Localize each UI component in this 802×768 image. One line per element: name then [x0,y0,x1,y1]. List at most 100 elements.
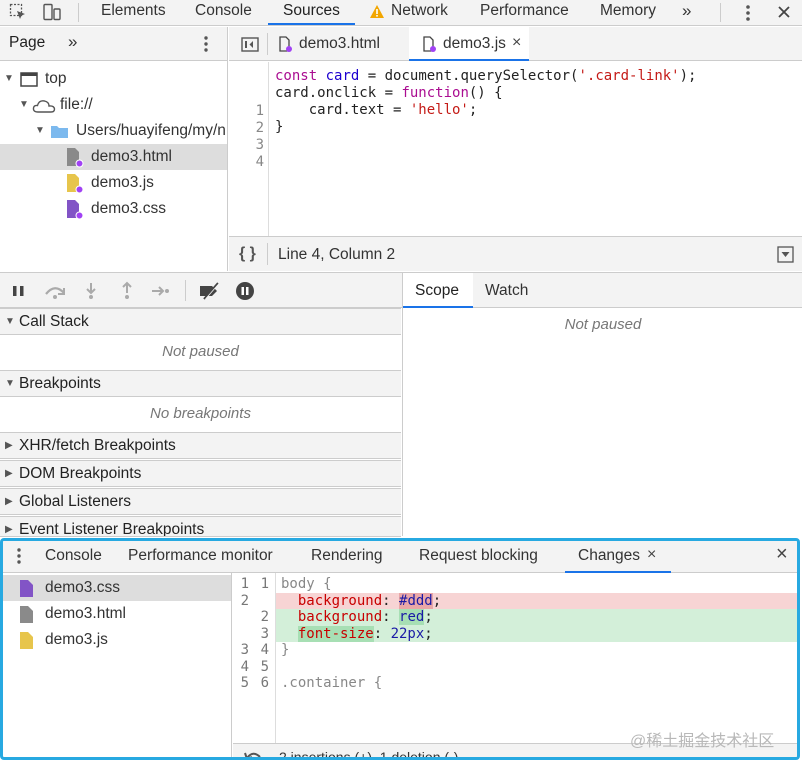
tree-item-file-origin[interactable]: ▼ file:// [0,92,227,118]
collapse-triangle-icon: ▶ [5,496,13,507]
close-devtools-icon[interactable] [777,5,791,19]
tab-performance[interactable]: Performance [480,0,569,25]
frame-icon [20,72,38,87]
close-tab-icon[interactable]: × [512,34,521,52]
tree-item-folder[interactable]: ▼ Users/huayifeng/my/n [0,118,227,144]
tab-network[interactable]: Network [391,0,448,25]
tab-console[interactable]: Console [195,0,252,25]
section-event-listener-breakpoints[interactable]: ▶ Event Listener Breakpoints [0,516,401,537]
changed-files-list: demo3.css demo3.html demo3.js [3,573,232,757]
drawer-tab-request-blocking[interactable]: Request blocking [419,541,538,573]
diff-line-deleted: 2 background: #ddd; [233,592,797,609]
close-drawer-icon[interactable]: × [776,543,788,566]
debugger-toolbar [0,272,402,308]
drawer-tab-rendering[interactable]: Rendering [311,541,383,573]
kebab-menu-icon[interactable] [744,3,752,23]
drawer-tab-changes[interactable]: Changes × [565,541,671,573]
coverage-toggle-icon[interactable] [777,246,794,263]
device-toolbar-icon[interactable] [42,3,62,21]
expand-triangle-icon[interactable]: ▼ [19,92,29,118]
pause-icon[interactable] [9,281,29,301]
inspect-element-icon[interactable] [9,3,27,21]
step-icon[interactable] [150,281,170,301]
folder-icon [51,126,68,138]
html-file-icon [67,148,84,168]
line-number: 4 [255,154,264,170]
tree-item-demo3-html[interactable]: demo3.html [0,144,227,170]
editor-tabbar: demo3.html demo3.js × [229,27,802,61]
changed-file-demo3-js[interactable]: demo3.js [3,627,231,653]
tree-item-demo3-js[interactable]: demo3.js [0,170,227,196]
drawer-tab-console[interactable]: Console [45,541,102,573]
toggle-navigator-icon[interactable] [241,37,259,52]
tab-scope[interactable]: Scope [403,273,473,308]
warning-icon [370,5,384,18]
file-navigator: Page » ▼ top ▼ file:// ▼ Users/huayifeng… [0,27,228,271]
collapse-triangle-icon: ▶ [5,468,13,479]
file-icon [279,36,292,52]
diff-line-added: 2 background: red; [233,609,797,626]
revert-icon[interactable] [243,749,263,760]
drawer-tab-performance-monitor[interactable]: Performance monitor [128,541,273,573]
tree-item-top[interactable]: ▼ top [0,66,227,92]
navigator-header: Page » [0,27,227,61]
expand-triangle-icon[interactable]: ▼ [4,66,14,92]
tree-item-label: file:// [60,96,93,113]
section-label: Breakpoints [19,375,101,392]
section-call-stack[interactable]: ▼ Call Stack [0,308,401,335]
tree-item-demo3-css[interactable]: demo3.css [0,196,227,222]
tab-watch[interactable]: Watch [473,273,543,308]
navigator-menu-icon[interactable] [203,35,209,53]
section-breakpoints[interactable]: ▼ Breakpoints [0,370,401,397]
expand-triangle-icon: ▼ [5,316,15,327]
section-label: DOM Breakpoints [19,465,142,482]
section-label: Event Listener Breakpoints [19,521,205,537]
code-line-4[interactable]: } [275,119,283,136]
devtools-main-tabbar: Elements Console Sources Network Perform… [0,0,802,26]
scope-tabbar: Scope Watch [403,272,802,308]
editor-tab-demo3-js[interactable]: demo3.js × [409,27,529,61]
diff-line: 45 [240,658,269,675]
tab-elements[interactable]: Elements [101,0,166,25]
code-editor: demo3.html demo3.js × 1 2 3 4 const card… [229,27,802,271]
editor-tab-demo3-html[interactable]: demo3.html [279,27,409,61]
call-stack-placeholder: Not paused [162,343,239,360]
step-out-icon[interactable] [117,281,137,301]
diff-line: 11 body { [240,576,332,592]
tab-label: Watch [485,282,529,299]
line-number: 2 [255,120,264,136]
cloud-icon [32,100,56,113]
changed-file-demo3-html[interactable]: demo3.html [3,601,231,627]
code-line-2[interactable]: card.onclick = function() { [275,85,503,102]
tab-page[interactable]: Page [9,34,45,52]
code-line-1[interactable]: const card = document.querySelector('.ca… [275,68,696,85]
pretty-print-button[interactable]: { } [239,245,256,263]
css-file-icon [67,200,84,220]
file-label: demo3.css [45,579,120,596]
file-label: demo3.html [45,605,126,622]
collapse-triangle-icon: ▶ [5,524,13,535]
file-label: demo3.js [45,631,108,648]
tree-item-label: top [45,70,67,87]
pause-on-exceptions-icon[interactable] [235,281,255,301]
tab-memory[interactable]: Memory [600,0,656,25]
section-global-listeners[interactable]: ▶ Global Listeners [0,488,401,515]
line-number: 3 [255,137,264,153]
deactivate-breakpoints-icon[interactable] [198,281,222,301]
code-line-3[interactable]: card.text = 'hello'; [275,102,478,119]
diff-line: 56 .container { [240,675,383,691]
tab-sources[interactable]: Sources [268,0,355,25]
drawer-menu-icon[interactable] [16,547,22,565]
step-over-icon[interactable] [43,281,67,301]
editor-tab-label: demo3.html [299,35,380,52]
section-dom-breakpoints[interactable]: ▶ DOM Breakpoints [0,460,401,487]
more-tabs-icon[interactable]: » [682,0,691,25]
editor-status-bar: { } Line 4, Column 2 [229,236,802,271]
section-xhr-breakpoints[interactable]: ▶ XHR/fetch Breakpoints [0,432,401,459]
diff-line-added: 3 font-size: 22px; [233,625,797,642]
expand-triangle-icon[interactable]: ▼ [35,118,45,144]
step-into-icon[interactable] [81,281,101,301]
more-navigators-icon[interactable]: » [68,32,77,52]
close-tab-icon[interactable]: × [647,541,656,570]
changed-file-demo3-css[interactable]: demo3.css [3,575,231,601]
